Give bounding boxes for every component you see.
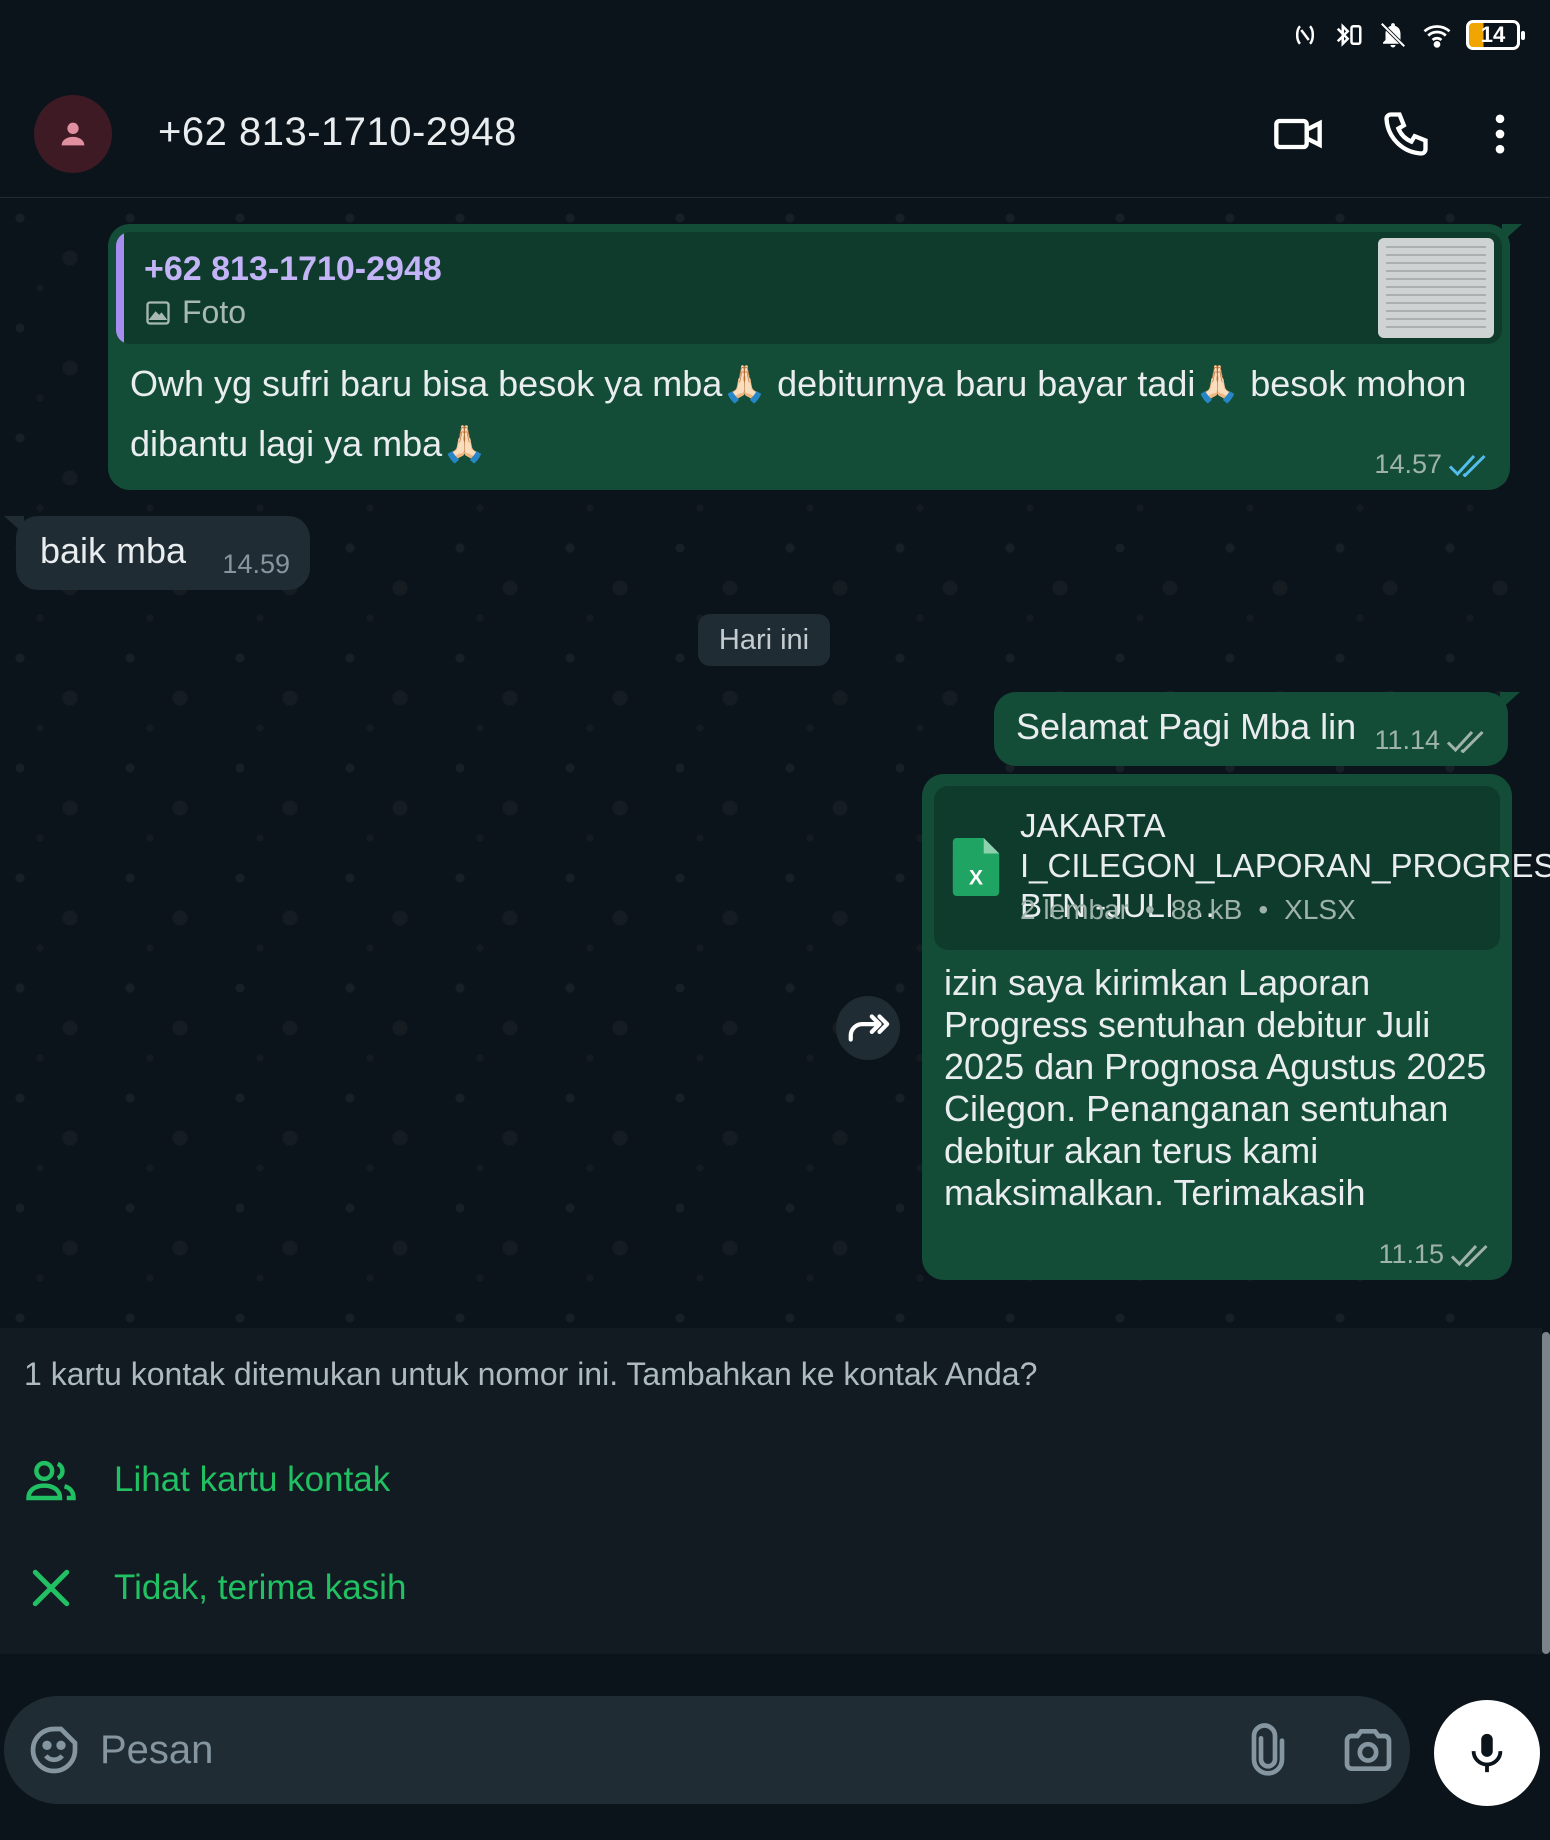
excel-file-icon: X [952,838,1000,896]
file-attachment[interactable]: X JAKARTA I_CILEGON_LAPORAN_PROGRESS BTN… [934,786,1550,950]
message-bubble-outgoing[interactable]: +62 813-1710-2948 Foto Owh yg sufri baru… [108,224,1522,490]
avatar[interactable] [34,95,112,173]
bubble-tail [1502,224,1522,242]
quote-type: Foto [144,294,246,331]
file-meta: 2 lembar • 88 kB • XLSX [1020,894,1356,926]
view-contact-card-label: Lihat kartu kontak [114,1460,391,1499]
message-meta: 11.14 [1374,725,1486,756]
contact-name[interactable]: +62 813-1710-2948 [158,110,517,155]
message-text: izin saya kirimkan Laporan Progress sent… [944,962,1487,1213]
camera-icon[interactable] [1340,1722,1396,1778]
chat-area[interactable]: +62 813-1710-2948 Foto Owh yg sufri baru… [0,198,1550,1328]
message-time: 14.57 [1374,449,1442,479]
message-bubble-incoming[interactable]: baik mba 14.59 [4,516,310,590]
dismiss-contact-label: Tidak, terima kasih [114,1568,407,1607]
dismiss-contact-button[interactable]: Tidak, terima kasih [0,1540,1540,1636]
message-text: Selamat Pagi Mba lin [1016,706,1357,747]
paperclip-icon[interactable] [1240,1722,1296,1778]
message-bubble-outgoing[interactable]: Selamat Pagi Mba lin 11.14 [994,692,1520,766]
nfc-icon [1295,25,1315,45]
forward-button[interactable] [836,996,900,1060]
video-call-icon [1274,118,1322,150]
people-icon [26,1460,76,1501]
quote-sender: +62 813-1710-2948 [144,250,442,288]
battery-icon: 14 [1466,20,1525,50]
close-icon [32,1569,70,1607]
phone-call-icon [1384,112,1428,156]
svg-text:X: X [969,865,983,889]
scrollbar[interactable] [1542,1332,1550,1654]
read-ticks-icon [1448,454,1486,477]
message-meta: 11.15 [1378,1239,1490,1270]
view-contact-card-button[interactable]: Lihat kartu kontak [0,1432,1540,1528]
status-icons: 14 [1290,20,1525,50]
chat-header: +62 813-1710-2948 [0,70,1550,198]
more-options-button[interactable] [1472,106,1528,162]
message-composer [4,1696,1410,1804]
file-extension: XLSX [1284,894,1356,925]
message-input[interactable] [100,1720,1150,1780]
message-bubble-outgoing[interactable]: X JAKARTA I_CILEGON_LAPORAN_PROGRESS BTN… [922,774,1550,1280]
quote-type-label: Foto [182,294,247,330]
battery-level: 14 [1480,22,1506,47]
forward-icon [848,1014,890,1042]
image-icon [146,300,170,325]
more-options-icon [1495,114,1505,154]
bluetooth-vibrate-icon [1336,23,1362,47]
message-time: 11.14 [1374,725,1440,755]
message-time: 11.15 [1378,1239,1444,1269]
voice-call-button[interactable] [1378,106,1434,162]
voice-message-button[interactable] [1434,1700,1540,1806]
quote-accent-bar [116,232,124,344]
status-bar: 14 [0,0,1550,70]
bell-off-icon [1380,22,1406,48]
meta-separator: • [1144,894,1155,925]
contact-prompt-message: 1 kartu kontak ditemukan untuk nomor ini… [24,1356,1038,1392]
delivered-ticks-icon [1446,730,1484,753]
avatar-person-icon [61,122,85,146]
message-meta: 14.57 [1374,449,1488,480]
bubble-tail [4,516,24,534]
meta-separator: • [1258,894,1269,925]
file-sheets: 2 lembar [1020,894,1129,925]
message-text: Owh yg sufri baru bisa besok ya mba🙏🏻 de… [130,363,1467,464]
quote-thumbnail [1378,238,1494,338]
microphone-icon [1471,1733,1503,1773]
message-text: baik mba [40,530,187,571]
bubble-tail [1500,692,1520,710]
message-time: 14.59 [222,549,290,579]
video-call-button[interactable] [1270,106,1326,162]
sticker-emoji-icon[interactable] [26,1722,82,1778]
date-divider: Hari ini [698,614,830,666]
quoted-message[interactable]: +62 813-1710-2948 Foto [116,232,1502,344]
file-size: 88 kB [1170,894,1243,925]
delivered-ticks-icon [1450,1244,1488,1267]
wifi-icon [1423,25,1451,48]
